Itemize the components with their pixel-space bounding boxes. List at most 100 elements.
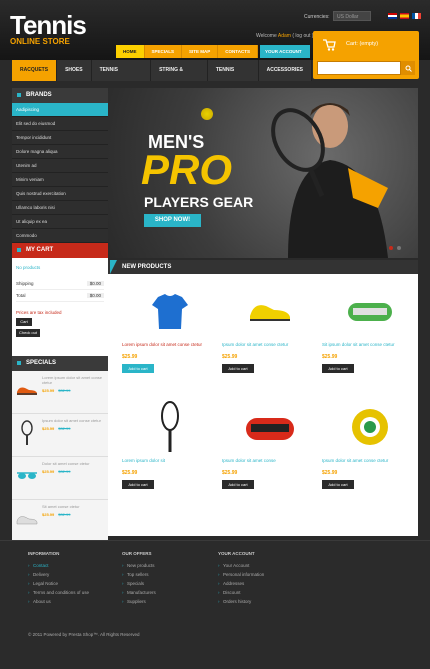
special-price: $25.99 [42, 469, 55, 474]
brand-item[interactable]: Minim veniam [12, 173, 108, 187]
product-card[interactable]: Ipsum dolor sit amet conse $25.99 Add to… [222, 400, 318, 516]
copyright: © 2011 Powered by Presta Shop™. All Righ… [28, 632, 140, 637]
cart-button[interactable]: Cart [16, 318, 32, 326]
cat-shoes[interactable]: SHOES [57, 60, 92, 81]
footer-link[interactable]: Manufacturers [122, 588, 212, 597]
special-item[interactable]: Dolor sit amet conse ctetur $25.99 $32.99 [12, 457, 108, 500]
tennis-bag-icon [322, 284, 418, 338]
brand-item[interactable]: Ullamco laboris nisi [12, 201, 108, 215]
product-card[interactable]: Lorem ipsum dolor sit amet conse ctetur … [122, 284, 218, 400]
cart-box[interactable]: Cart: (empty) [313, 31, 419, 79]
product-name[interactable]: Ipsum dolor sit amet conse ctetur [222, 342, 318, 348]
product-grid: Lorem ipsum dolor sit amet conse ctetur … [108, 274, 418, 516]
brand-item[interactable]: Elit sed do eiusmod [12, 117, 108, 131]
product-name[interactable]: Ipsum dolor sit amet conse [222, 458, 318, 464]
logout-link[interactable]: ( log out ) [292, 33, 313, 39]
add-to-cart-button[interactable]: Add to cart [122, 480, 154, 489]
sunglasses-icon [15, 461, 39, 491]
product-name[interactable]: Lorem ipsum dolor sit [122, 458, 218, 464]
footer-col-offers: OUR OFFERS New products Top sellers Spec… [122, 551, 212, 606]
tennis-ball-icon [201, 108, 213, 120]
product-card[interactable]: Ipsum dolor sit amet conse ctetur $25.99… [222, 284, 318, 400]
footer-link[interactable]: About us [28, 597, 118, 606]
special-price: $25.99 [42, 512, 55, 517]
cat-apparel[interactable]: TENNIS APPAREL [92, 60, 152, 94]
special-item[interactable]: Ipsum dolor sit amet conse ctetur $25.99 $… [12, 414, 108, 457]
brand-item[interactable]: Commodo [12, 229, 108, 243]
footer-link[interactable]: Addresses [218, 579, 308, 588]
add-to-cart-button[interactable]: Add to cart [322, 480, 354, 489]
product-card[interactable]: Ipsum dolor sit amet conse ctetur $25.99… [322, 400, 418, 516]
specials-title: SPECIALS [12, 356, 108, 371]
footer-link[interactable]: Your Account [218, 561, 308, 570]
your-account-link[interactable]: YOUR ACCOUNT [260, 45, 310, 58]
mycart-title: MY CART [12, 243, 108, 258]
top-nav: HOME SPECIALS SITE MAP CONTACTS [116, 45, 258, 58]
cat-bags[interactable]: TENNIS BAGS [208, 60, 259, 94]
footer-col-account: YOUR ACCOUNT Your Account Personal infor… [218, 551, 308, 606]
product-card[interactable]: Lorem ipsum dolor sit $25.99 Add to cart [122, 400, 218, 516]
welcome-text: Welcome Adam ( log out ) [256, 33, 313, 39]
search-icon [405, 65, 412, 72]
add-to-cart-button[interactable]: Add to cart [122, 364, 154, 373]
footer-link[interactable]: Top sellers [122, 570, 212, 579]
search-button[interactable] [401, 61, 415, 75]
cat-string[interactable]: STRING & MORE [151, 60, 208, 94]
new-products-title: NEW PRODUCTS [108, 260, 418, 274]
brand-item[interactable]: Quis nostrud exercitation [12, 187, 108, 201]
brand-item[interactable]: Utenim ad [12, 159, 108, 173]
shoe-icon [222, 284, 318, 338]
footer-link[interactable]: Discount [218, 588, 308, 597]
product-name[interactable]: Sit ipsum dolor sit amet conse ctetur [322, 342, 418, 348]
brand-item[interactable]: Ut aliquip ex ea [12, 215, 108, 229]
total-value: $0.00 [86, 293, 104, 298]
footer-link[interactable]: Suppliers [122, 597, 212, 606]
product-card[interactable]: Sit ipsum dolor sit amet conse ctetur $2… [322, 284, 418, 400]
brand-item[interactable]: Tempor incididunt [12, 131, 108, 145]
checkout-button[interactable]: Check out [16, 329, 40, 337]
category-nav: RACQUETS SHOES TENNIS APPAREL STRING & M… [12, 60, 312, 94]
cat-accessories[interactable]: ACCESSORIES [259, 60, 312, 81]
footer-link[interactable]: Terms and conditions of use [28, 588, 118, 597]
footer-link[interactable]: Specials [122, 579, 212, 588]
footer-link[interactable]: Legal Notice [28, 579, 118, 588]
footer-link[interactable]: Contact [28, 561, 118, 570]
currency-select[interactable]: US Dollar [333, 11, 371, 21]
footer-col-info: INFORMATION Contact Delivery Legal Notic… [28, 551, 118, 606]
hero-banner[interactable]: MEN'S PRO PLAYERS GEAR SHOP NOW! [108, 88, 418, 258]
add-to-cart-button[interactable]: Add to cart [222, 480, 254, 489]
product-name[interactable]: Lorem ipsum dolor sit amet conse ctetur [122, 342, 218, 348]
footer-link[interactable]: Personal information [218, 570, 308, 579]
brand-item[interactable]: Aadipiscing [12, 103, 108, 117]
flag-fr-icon[interactable] [412, 13, 421, 19]
special-old-price: $32.99 [58, 426, 71, 431]
special-item[interactable]: Lorem ipsum dolor sit amet conse ctetur $… [12, 371, 108, 414]
tax-note: Prices are tax included [16, 310, 62, 315]
footer-link[interactable]: New products [122, 561, 212, 570]
cat-racquets[interactable]: RACQUETS [12, 60, 58, 81]
top-nav-contacts[interactable]: CONTACTS [218, 45, 258, 58]
footer-link[interactable]: Orders history [218, 597, 308, 606]
top-nav-home[interactable]: HOME [116, 45, 145, 58]
logo[interactable]: Tennis ONLINE STORE [10, 12, 87, 46]
add-to-cart-button[interactable]: Add to cart [222, 364, 254, 373]
add-to-cart-button[interactable]: Add to cart [322, 364, 354, 373]
flag-es-icon[interactable] [400, 13, 409, 19]
brands-title: BRANDS [12, 88, 108, 103]
top-nav-sitemap[interactable]: SITE MAP [182, 45, 219, 58]
product-name[interactable]: Ipsum dolor sit amet conse ctetur [322, 458, 418, 464]
slider-dot[interactable] [389, 246, 393, 250]
top-nav-specials[interactable]: SPECIALS [145, 45, 183, 58]
product-price: $25.99 [122, 470, 138, 476]
currencies-label: Currencies: [304, 14, 330, 20]
footer: INFORMATION Contact Delivery Legal Notic… [0, 540, 430, 669]
racquet-icon [15, 418, 39, 448]
footer-link[interactable]: Delivery [28, 570, 118, 579]
shop-now-button[interactable]: SHOP NOW! [144, 214, 201, 227]
search-input[interactable] [317, 61, 401, 75]
special-item[interactable]: Sit amet conse ctetur $25.99 $32.99 [12, 500, 108, 543]
flag-en-icon[interactable] [388, 13, 397, 19]
product-price: $25.99 [322, 354, 338, 360]
slider-dot[interactable] [397, 246, 401, 250]
brand-item[interactable]: Dolore magna aliqua [12, 145, 108, 159]
